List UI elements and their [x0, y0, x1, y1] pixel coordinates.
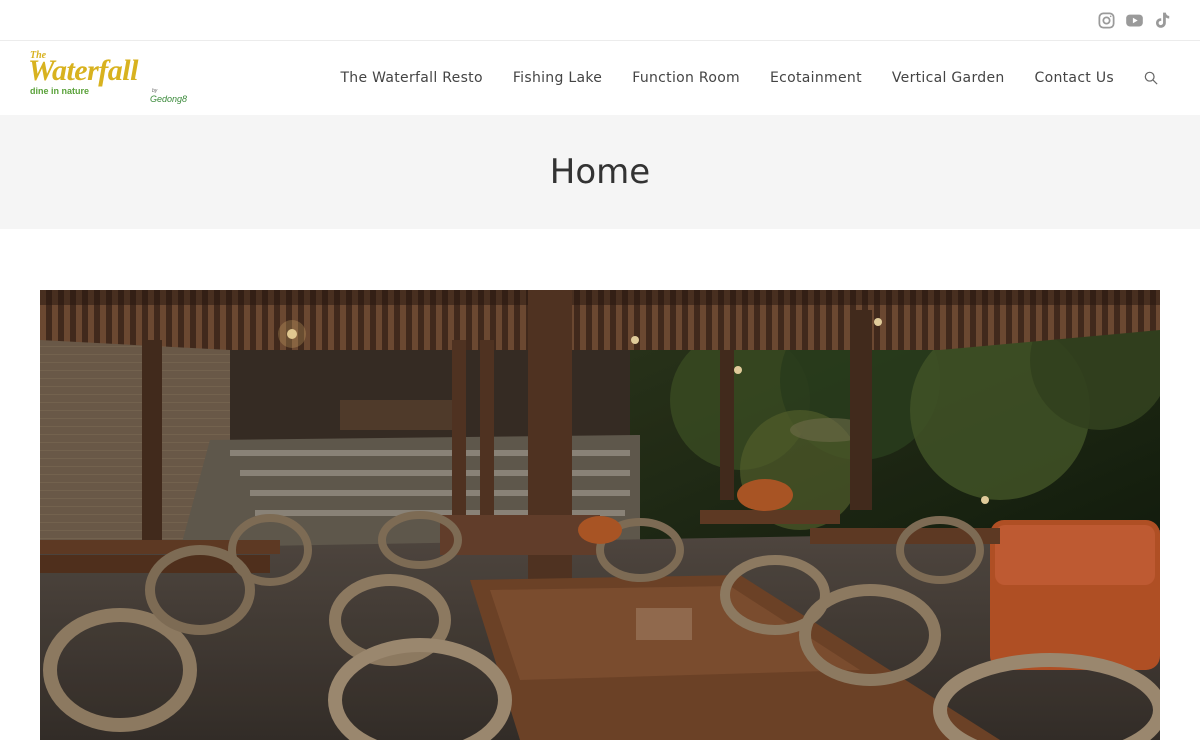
search-icon[interactable] — [1144, 71, 1158, 85]
top-bar — [0, 0, 1200, 41]
restaurant-interior-photo — [40, 290, 1160, 740]
logo-name: Waterfall — [28, 54, 138, 87]
social-links — [1097, 11, 1172, 30]
logo-brand: by Gedong8 — [150, 88, 187, 104]
page-title: Home — [549, 152, 651, 192]
nav-item-vertical-garden[interactable]: Vertical Garden — [892, 70, 1005, 86]
hero-image — [40, 290, 1160, 740]
nav-item-function-room[interactable]: Function Room — [632, 70, 740, 86]
nav-item-ecotainment[interactable]: Ecotainment — [770, 70, 862, 86]
logo-tagline: dine in nature — [30, 86, 90, 96]
logo-brand-name: Gedong8 — [150, 94, 188, 104]
nav-item-contact-us[interactable]: Contact Us — [1035, 70, 1114, 86]
main-nav: The Waterfall Resto Fishing Lake Functio… — [310, 41, 1158, 115]
tiktok-icon[interactable] — [1153, 11, 1172, 30]
page-title-band: Home — [0, 115, 1200, 229]
instagram-icon[interactable] — [1097, 11, 1116, 30]
nav-item-waterfall-resto[interactable]: The Waterfall Resto — [340, 70, 482, 86]
nav-item-fishing-lake[interactable]: Fishing Lake — [513, 70, 602, 86]
site-logo[interactable]: The Waterfall dine in nature by Gedong8 — [28, 50, 190, 106]
site-header: The Waterfall dine in nature by Gedong8 T… — [0, 41, 1200, 115]
youtube-icon[interactable] — [1125, 11, 1144, 30]
